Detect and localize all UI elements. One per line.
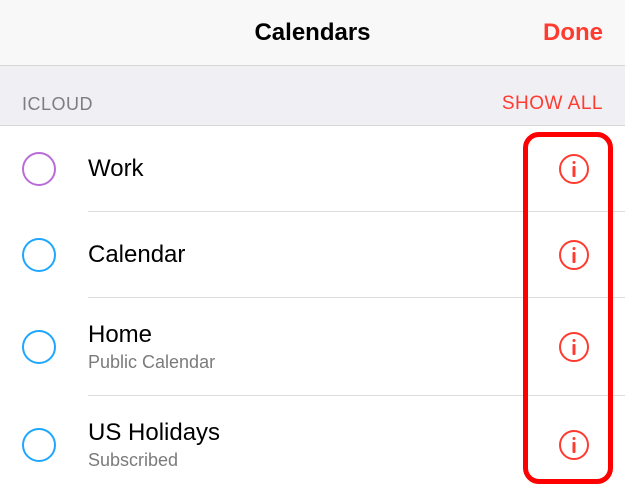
calendar-row-work[interactable]: Work xyxy=(0,126,625,212)
calendar-subtitle: Subscribed xyxy=(88,450,559,471)
info-icon[interactable] xyxy=(559,240,589,270)
row-text: US Holidays Subscribed xyxy=(88,419,559,471)
info-icon[interactable] xyxy=(559,154,589,184)
calendar-list: Work Calendar Home Public Calendar US Ho… xyxy=(0,126,625,494)
section-label-icloud: ICLOUD xyxy=(22,94,93,115)
info-icon[interactable] xyxy=(559,430,589,460)
row-text: Work xyxy=(88,155,559,184)
info-icon[interactable] xyxy=(559,332,589,362)
row-text: Calendar xyxy=(88,241,559,270)
calendar-name: Work xyxy=(88,155,559,184)
checkbox-circle[interactable] xyxy=(22,152,56,186)
show-all-button[interactable]: SHOW ALL xyxy=(502,93,603,115)
calendar-subtitle: Public Calendar xyxy=(88,352,559,373)
section-header: ICLOUD SHOW ALL xyxy=(0,66,625,126)
page-title: Calendars xyxy=(254,19,370,47)
checkbox-circle[interactable] xyxy=(22,238,56,272)
checkbox-circle[interactable] xyxy=(22,428,56,462)
calendar-name: Home xyxy=(88,321,559,350)
calendar-name: US Holidays xyxy=(88,419,559,448)
calendar-row-us-holidays[interactable]: US Holidays Subscribed xyxy=(0,396,625,494)
calendar-row-home[interactable]: Home Public Calendar xyxy=(0,298,625,396)
calendar-row-calendar[interactable]: Calendar xyxy=(0,212,625,298)
row-text: Home Public Calendar xyxy=(88,321,559,373)
checkbox-circle[interactable] xyxy=(22,330,56,364)
done-button[interactable]: Done xyxy=(543,19,603,47)
calendar-name: Calendar xyxy=(88,241,559,270)
navbar: Calendars Done xyxy=(0,0,625,66)
